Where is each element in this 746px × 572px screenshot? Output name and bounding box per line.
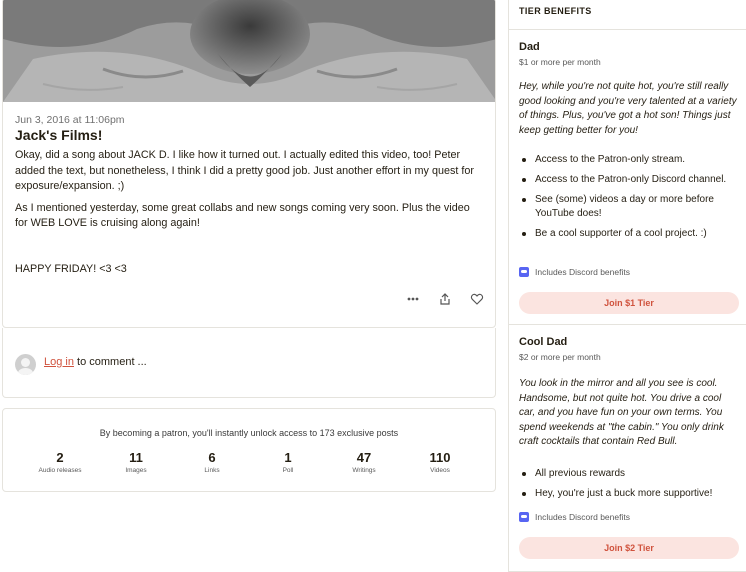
share-icon[interactable] xyxy=(437,292,453,306)
tier-benefits-header: TIER BENEFITS xyxy=(508,0,746,30)
post-paragraph: Okay, did a song about JACK D. I like ho… xyxy=(15,149,474,192)
more-options-icon[interactable] xyxy=(405,292,421,306)
tier-price: $1 or more per month xyxy=(519,57,601,67)
benefit-item: Be a cool supporter of a cool project. :… xyxy=(519,227,741,241)
join-tier-button[interactable]: Join $2 Tier xyxy=(519,537,739,559)
comment-row: Log in to comment ... xyxy=(2,328,496,398)
stat-audio-releases: 2 Audio releases xyxy=(25,450,95,474)
discord-icon xyxy=(519,267,529,277)
discord-icon xyxy=(519,512,529,522)
exclusive-posts-card: By becoming a patron, you'll instantly u… xyxy=(2,408,496,492)
post-title[interactable]: Jack's Films! xyxy=(15,127,102,143)
discord-benefits-label: Includes Discord benefits xyxy=(535,512,630,522)
avatar xyxy=(15,354,36,375)
benefit-item: Access to the Patron-only stream. xyxy=(519,153,741,167)
comment-suffix: to comment ... xyxy=(73,356,147,368)
stat-label: Images xyxy=(125,467,147,474)
tier-description: You look in the mirror and all you see i… xyxy=(519,378,724,448)
post-paragraph: HAPPY FRIDAY! <3 <3 xyxy=(15,262,127,275)
stat-poll: 1 Poll xyxy=(253,450,323,474)
stat-label: Audio releases xyxy=(38,467,82,474)
tier-card-cool-dad: Cool Dad $2 or more per month You look i… xyxy=(508,325,746,572)
tier-description: Hey, while you're not quite hot, you're … xyxy=(519,81,737,136)
post-image-art xyxy=(3,0,495,102)
benefit-item: All previous rewards xyxy=(519,467,741,481)
tier-price: $2 or more per month xyxy=(519,352,601,362)
login-link[interactable]: Log in xyxy=(44,356,74,368)
heart-icon[interactable] xyxy=(469,292,485,306)
benefit-item: See (some) videos a day or more before Y… xyxy=(519,193,741,221)
exclusive-posts-headline: By becoming a patron, you'll instantly u… xyxy=(99,428,399,438)
tier-benefits-list: All previous rewards Hey, you're just a … xyxy=(519,467,741,507)
post-actions xyxy=(405,292,485,306)
stat-number: 11 xyxy=(129,450,143,465)
stat-number: 2 xyxy=(56,450,64,465)
post-date: Jun 3, 2016 at 11:06pm xyxy=(15,114,125,126)
post-image[interactable] xyxy=(3,0,495,102)
stat-label: Videos xyxy=(430,467,450,474)
stat-number: 1 xyxy=(284,450,292,465)
stat-number: 110 xyxy=(429,450,451,465)
discord-benefits: Includes Discord benefits xyxy=(519,267,630,277)
stat-label: Writings xyxy=(352,467,376,474)
stat-writings: 47 Writings xyxy=(329,450,399,474)
discord-benefits: Includes Discord benefits xyxy=(519,512,630,522)
post-spacer xyxy=(15,238,485,262)
stat-label: Poll xyxy=(282,467,294,474)
stat-number: 6 xyxy=(208,450,216,465)
tier-benefits-heading: TIER BENEFITS xyxy=(519,6,592,16)
comment-prompt: Log in to comment ... xyxy=(44,356,147,368)
benefit-item: Hey, you're just a buck more supportive! xyxy=(519,487,741,501)
post-card: Jun 3, 2016 at 11:06pm Jack's Films! Oka… xyxy=(2,0,496,328)
stat-number: 47 xyxy=(356,450,372,465)
stat-label: Links xyxy=(204,467,220,474)
stat-images: 11 Images xyxy=(101,450,171,474)
post-stats-row: 2 Audio releases 11 Images 6 Links 1 Pol… xyxy=(25,450,475,474)
join-tier-button[interactable]: Join $1 Tier xyxy=(519,292,739,314)
discord-benefits-label: Includes Discord benefits xyxy=(535,267,630,277)
tier-benefits-list: Access to the Patron-only stream. Access… xyxy=(519,153,741,247)
post-body: Okay, did a song about JACK D. I like ho… xyxy=(15,148,485,283)
stat-videos: 110 Videos xyxy=(405,450,475,474)
post-paragraph: As I mentioned yesterday, some great col… xyxy=(15,201,470,230)
tier-name: Dad xyxy=(519,41,540,53)
tier-name: Cool Dad xyxy=(519,336,568,348)
benefit-item: Access to the Patron-only Discord channe… xyxy=(519,173,741,187)
tier-card-dad: Dad $1 or more per month Hey, while you'… xyxy=(508,30,746,325)
stat-links: 6 Links xyxy=(177,450,247,474)
